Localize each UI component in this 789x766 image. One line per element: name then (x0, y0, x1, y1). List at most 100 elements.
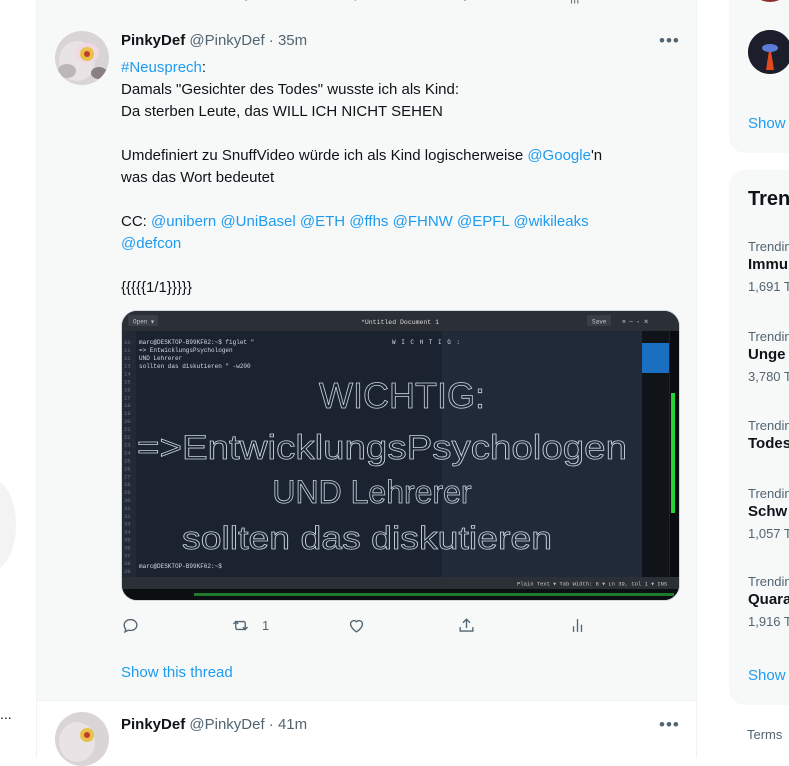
line-number: 10 (124, 339, 131, 346)
analytics-button[interactable] (568, 614, 587, 636)
reply-icon (123, 618, 138, 633)
like-button[interactable] (347, 614, 366, 636)
tweet-header: PinkyDef @PinkyDef · 41m (121, 716, 308, 733)
line-number: 15 (124, 379, 131, 386)
retweet-icon (232, 620, 249, 630)
tweet-image[interactable]: Open ▾ *Untitled Document 1 Save ≡ — ▫ ✕… (121, 310, 680, 601)
line-number: 20 (124, 418, 131, 425)
mention-link[interactable]: @FHNW (393, 213, 453, 230)
account-more-icon[interactable]: ... (0, 706, 12, 722)
terms-link[interactable]: Terms (747, 727, 782, 742)
svg-text:=> EntwicklungsPsychologen: => EntwicklungsPsychologen (139, 347, 233, 354)
line-number: 13 (124, 363, 131, 370)
reply-icon[interactable]: ○ (130, 0, 144, 4)
line-number: 31 (124, 505, 131, 512)
mention-link[interactable]: @UniBasel (220, 213, 295, 230)
text-segment: Da sterben Leute, das WILL ICH NICHT SEH… (121, 103, 443, 120)
tweet-text: #Neusprech: Damals "Gesichter des Todes" … (121, 57, 641, 299)
line-number: 22 (124, 434, 131, 441)
mention-link[interactable]: @ETH (300, 213, 345, 230)
retweet-button[interactable]: 1 (231, 614, 269, 636)
svg-text:sollten das diskutieren " -w20: sollten das diskutieren " -w200 (139, 363, 251, 370)
account-switcher-shadow (0, 480, 16, 570)
display-name[interactable]: PinkyDef (121, 716, 185, 733)
text-segment: Damals "Gesichter des Todes" wusste ich … (121, 81, 460, 98)
tweet[interactable]: PinkyDef @PinkyDef · 41m ••• (37, 701, 696, 766)
show-thread-link[interactable]: Show this thread (121, 664, 233, 681)
tweet[interactable]: PinkyDef @PinkyDef · 35m ••• #Neusprech:… (37, 18, 696, 701)
avatar[interactable] (55, 712, 109, 766)
line-number: 29 (124, 489, 131, 496)
line-number: 26 (124, 465, 131, 472)
window-title: *Untitled Document 1 (361, 319, 439, 326)
tweet-text-line: #Neusprech: (121, 57, 641, 79)
line-number: 36 (124, 544, 131, 551)
trend-item[interactable]: Trendin Immu 1,691 T (748, 239, 789, 294)
display-name[interactable]: PinkyDef (121, 32, 185, 49)
user-handle[interactable]: @PinkyDef (189, 32, 264, 49)
text-segment: was das Wort bedeutet (121, 169, 275, 186)
trend-item[interactable]: Trendin Todes (748, 418, 789, 452)
tweet-text-line: Damals "Gesichter des Todes" wusste ich … (121, 79, 641, 101)
avatar[interactable] (55, 31, 109, 85)
retweet-icon[interactable]: ⟲ (240, 0, 254, 4)
text-segment: 'n (590, 147, 603, 164)
reply-button[interactable] (121, 614, 140, 636)
line-number: 34 (124, 529, 131, 536)
show-more-link[interactable]: Show (748, 667, 786, 684)
mention-link[interactable]: #Neusprech (121, 59, 202, 76)
mention-link[interactable]: @ffhs (349, 213, 388, 230)
line-number: 19 (124, 410, 131, 417)
text-segment: {{{{{1/1}}}}} (121, 279, 192, 296)
line-number: 27 (124, 473, 131, 480)
save-label: Save (592, 319, 607, 326)
avatar[interactable] (748, 30, 789, 74)
banner-line: =>EntwicklungsPsychologen (137, 429, 627, 467)
tweet-actions: 1 (121, 614, 601, 636)
mention-link[interactable]: @defcon (121, 235, 181, 252)
svg-text:≡ — ▫ ✕: ≡ — ▫ ✕ (622, 319, 649, 326)
timeline: ○ ⟲ ♡ ⇡ ||| PinkyDef @PinkyDef · 35m •••… (36, 0, 697, 766)
line-number: 12 (124, 355, 131, 362)
user-handle[interactable]: @PinkyDef (189, 716, 264, 733)
timestamp[interactable]: 35m (278, 32, 307, 49)
timestamp[interactable]: 41m (278, 716, 307, 733)
analytics-icon[interactable]: ||| (570, 0, 584, 4)
tweet-text-line: was das Wort bedeutet (121, 167, 641, 189)
who-to-follow-card: Show (729, 0, 789, 153)
line-number: 39 (124, 568, 131, 575)
more-options-icon[interactable]: ••• (659, 715, 680, 735)
trend-item[interactable]: Trendin Schw 1,057 T (748, 486, 789, 541)
trend-item[interactable]: Trendin Unge 3,780 T (748, 329, 789, 384)
line-number: 37 (124, 552, 131, 559)
trend-item[interactable]: Trendin Quara 1,916 T (748, 574, 789, 629)
banner-line: WICHTIG: (319, 375, 485, 416)
line-number: 18 (124, 402, 131, 409)
mention-link[interactable]: @Google (527, 147, 591, 164)
like-icon[interactable]: ♡ (350, 0, 364, 4)
share-icon (459, 617, 474, 632)
show-more-link[interactable]: Show (748, 115, 786, 132)
more-options-icon[interactable]: ••• (659, 31, 680, 51)
mention-link[interactable]: @wikileaks (513, 213, 588, 230)
status-bar: Plain Text ▾ Tab Width: 8 ▾ Ln 39, Col 1… (517, 581, 668, 588)
retweet-count: 1 (262, 617, 270, 633)
svg-text:UND Lehrerer: UND Lehrerer (139, 355, 183, 362)
analytics-icon (572, 618, 583, 632)
share-icon[interactable]: ⇡ (460, 0, 474, 4)
line-number: 16 (124, 386, 131, 393)
line-number: 14 (124, 371, 131, 378)
banner-line: UND Lehrerer (272, 474, 472, 510)
text-segment: Umdefiniert zu SnuffVideo würde ich als … (121, 147, 528, 164)
line-number: 32 (124, 513, 131, 520)
mention-link[interactable]: @unibern (151, 213, 216, 230)
heart-icon (349, 619, 364, 633)
tweet-text-line: CC: @unibern @UniBasel @ETH @ffhs @FHNW … (121, 211, 641, 233)
avatar[interactable] (748, 0, 789, 2)
share-button[interactable] (457, 614, 476, 636)
tweet-text-line: {{{{{1/1}}}}} (121, 277, 641, 299)
line-number: 23 (124, 442, 131, 449)
line-number: 21 (124, 426, 131, 433)
line-number: 28 (124, 481, 131, 488)
mention-link[interactable]: @EPFL (457, 213, 509, 230)
